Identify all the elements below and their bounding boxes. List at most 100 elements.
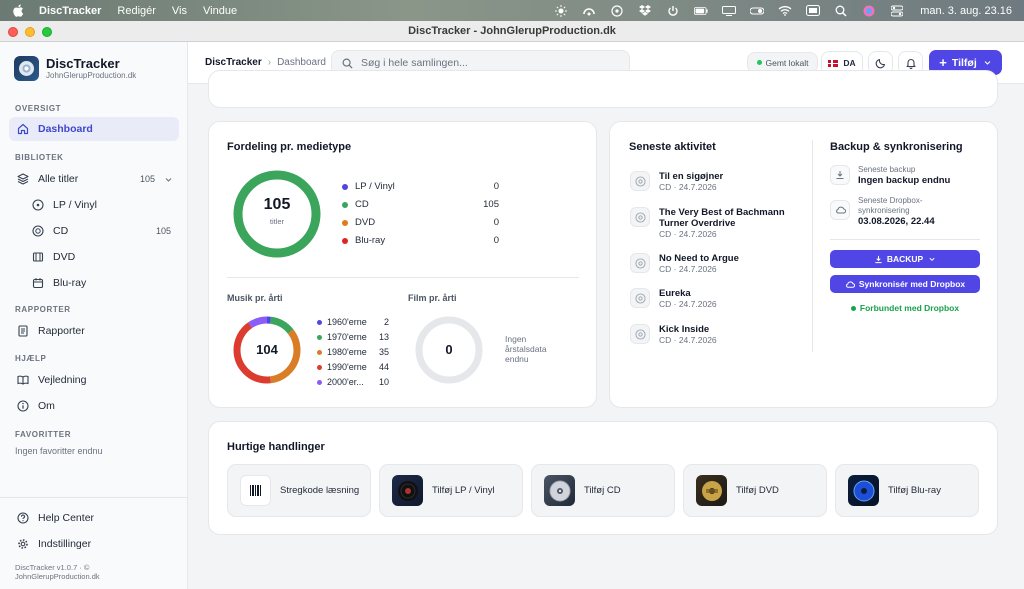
sidebar-item-label: Dashboard bbox=[38, 123, 93, 135]
column-divider bbox=[812, 140, 813, 352]
activity-item[interactable]: Kick Inside CD · 24.7.2026 bbox=[630, 324, 795, 345]
display-icon[interactable] bbox=[722, 5, 737, 17]
legend-dot-icon bbox=[342, 237, 348, 244]
sidebar-item-dashboard[interactable]: Dashboard bbox=[9, 117, 179, 141]
quick-action-barcode[interactable]: Stregkode læsning bbox=[227, 464, 371, 517]
sidebar-item-help-center[interactable]: Help Center bbox=[9, 506, 179, 530]
sidebar-item-label: CD bbox=[53, 225, 69, 237]
breadcrumb-separator-icon: › bbox=[267, 57, 272, 68]
brand[interactable]: DiscTracker JohnGlerupProduction.dk bbox=[14, 56, 136, 81]
activity-item-meta: CD · 24.7.2026 bbox=[659, 299, 717, 309]
disc-icon bbox=[630, 207, 650, 227]
sidebar-item-dvd[interactable]: DVD bbox=[24, 245, 179, 269]
minimize-window-button[interactable] bbox=[25, 27, 35, 37]
control-center-icon[interactable] bbox=[890, 5, 904, 17]
legend-label: Blu-ray bbox=[355, 235, 386, 246]
calendar-icon bbox=[32, 277, 44, 289]
sidebar-item-vinyl[interactable]: LP / Vinyl bbox=[24, 193, 179, 217]
quick-action-add-bluray[interactable]: Tilføj Blu-ray bbox=[835, 464, 979, 517]
activity-item[interactable]: No Need to Argue CD · 24.7.2026 bbox=[630, 253, 795, 274]
zoom-window-button[interactable] bbox=[42, 27, 52, 37]
sidebar-item-all-titles[interactable]: Alle titler 105 bbox=[9, 167, 179, 191]
sidebar-item-settings[interactable]: Indstillinger bbox=[9, 532, 179, 556]
wifi-icon[interactable] bbox=[778, 5, 792, 17]
chevron-down-icon bbox=[929, 257, 935, 262]
decade-1980: 1980'erne bbox=[317, 347, 367, 357]
quick-action-label: Stregkode læsning bbox=[280, 485, 360, 496]
legend-dot-icon bbox=[317, 379, 322, 385]
download-icon bbox=[875, 255, 882, 263]
info-icon bbox=[17, 400, 29, 412]
quick-action-add-cd[interactable]: Tilføj CD bbox=[531, 464, 675, 517]
legend-value: 0 bbox=[493, 217, 499, 228]
sidebar-item-cd[interactable]: CD 105 bbox=[24, 219, 179, 243]
battery-icon[interactable] bbox=[694, 5, 708, 17]
media-distribution-card: Fordeling pr. medietype 105 titler LP / … bbox=[208, 121, 597, 408]
legend-dot-icon bbox=[317, 349, 322, 355]
quick-action-label: Tilføj Blu-ray bbox=[888, 485, 941, 496]
brightness-icon[interactable] bbox=[554, 4, 568, 17]
connected-label: Forbundet med Dropbox bbox=[859, 303, 960, 313]
breadcrumb: DiscTracker › Dashboard bbox=[205, 57, 326, 68]
version-footer: DiscTracker v1.0.7 · © JohnGlerupProduct… bbox=[15, 563, 100, 581]
legend-vinyl: LP / Vinyl bbox=[342, 181, 395, 192]
legend-bluray: Blu-ray bbox=[342, 235, 385, 246]
app-logo-icon bbox=[14, 56, 39, 81]
last-sync-row: Seneste Dropbox-synkronisering 03.08.2026… bbox=[830, 196, 990, 227]
help-icon bbox=[17, 512, 29, 524]
decade-value: 10 bbox=[378, 377, 389, 387]
quick-action-add-dvd[interactable]: Tilføj DVD bbox=[683, 464, 827, 517]
cloud-icon bbox=[845, 280, 855, 288]
menu-view[interactable]: Vis bbox=[172, 5, 187, 17]
sidebar-item-bluray[interactable]: Blu-ray bbox=[24, 271, 179, 295]
sidebar-item-reports[interactable]: Rapporter bbox=[9, 319, 179, 343]
sync-button-label: Synkronisér med Dropbox bbox=[858, 279, 966, 289]
sync-dropbox-button[interactable]: Synkronisér med Dropbox bbox=[830, 275, 980, 293]
last-sync-label-cont: synkronisering bbox=[858, 206, 910, 215]
legend-label: CD bbox=[355, 199, 369, 210]
vinyl-icon bbox=[32, 199, 44, 211]
siri-icon[interactable] bbox=[862, 5, 876, 17]
sidebar-item-about[interactable]: Om bbox=[9, 394, 179, 418]
chevron-down-icon[interactable] bbox=[164, 175, 173, 184]
decade-label: 1960'erne bbox=[327, 317, 367, 327]
dropbox-icon[interactable] bbox=[638, 5, 652, 17]
input-menu-icon[interactable] bbox=[806, 5, 821, 17]
activity-item-meta: CD · 24.7.2026 bbox=[659, 335, 717, 345]
breadcrumb-root[interactable]: DiscTracker bbox=[205, 57, 262, 68]
activity-item-title: No Need to Argue bbox=[659, 253, 739, 264]
apple-icon[interactable] bbox=[13, 4, 25, 17]
vpn-icon[interactable] bbox=[582, 5, 596, 17]
document-icon bbox=[17, 325, 29, 337]
decade-value: 13 bbox=[378, 332, 389, 342]
close-window-button[interactable] bbox=[8, 27, 18, 37]
menu-edit[interactable]: Redigér bbox=[117, 5, 156, 17]
moon-icon bbox=[875, 58, 885, 69]
network-icon[interactable] bbox=[610, 4, 624, 17]
media-type-donut bbox=[233, 170, 321, 258]
menu-window[interactable]: Vindue bbox=[203, 5, 237, 17]
language-label: DA bbox=[843, 58, 856, 68]
legend-value: 0 bbox=[493, 181, 499, 192]
control-icon[interactable] bbox=[750, 5, 765, 17]
decade-value: 44 bbox=[378, 362, 389, 372]
sidebar-item-label: Blu-ray bbox=[53, 277, 87, 289]
backup-button[interactable]: BACKUP bbox=[830, 250, 980, 268]
power-icon[interactable] bbox=[666, 5, 680, 17]
top-card-fragment bbox=[208, 70, 998, 108]
activity-item[interactable]: Eureka CD · 24.7.2026 bbox=[630, 288, 795, 309]
section-reports: RAPPORTER bbox=[15, 305, 71, 314]
quick-action-add-vinyl[interactable]: Tilføj LP / Vinyl bbox=[379, 464, 523, 517]
activity-item[interactable]: The Very Best of Bachmann Turner Overdriv… bbox=[630, 207, 795, 239]
menubar-clock[interactable]: man. 3. aug. 23.16 bbox=[920, 5, 1012, 17]
spotlight-icon[interactable] bbox=[834, 5, 848, 17]
donut-segment-cd bbox=[233, 170, 321, 258]
menubar-app-name[interactable]: DiscTracker bbox=[39, 5, 101, 17]
film-donut-total: 0 bbox=[445, 342, 453, 357]
activity-item[interactable]: Til en sigøjner CD · 24.7.2026 bbox=[630, 171, 795, 192]
legend-dot-icon bbox=[317, 364, 322, 370]
quick-action-label: Tilføj CD bbox=[584, 485, 621, 496]
sidebar-item-guide[interactable]: Vejledning bbox=[9, 368, 179, 392]
barcode-icon bbox=[240, 475, 271, 506]
status-dot-icon bbox=[850, 306, 856, 312]
